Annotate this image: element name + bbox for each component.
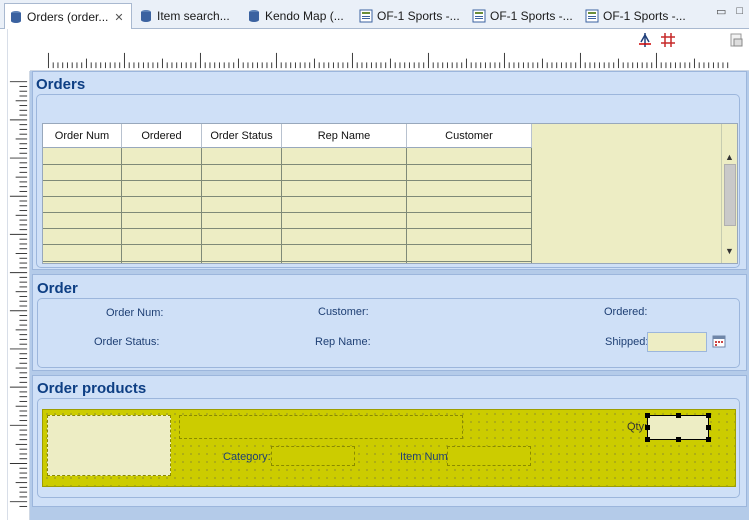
horizontal-ruler: [30, 51, 749, 71]
editor-tab-strip: Orders (order... ✕ Item search... Kendo …: [0, 0, 749, 30]
order-num-label: Order Num:: [106, 307, 164, 319]
orders-frame-title: Orders: [36, 76, 86, 93]
table-row: [43, 244, 532, 245]
grid-column-divider: [43, 148, 122, 263]
grid-icon[interactable]: [660, 32, 676, 48]
shipped-date-field[interactable]: [647, 332, 707, 352]
grid-column-divider: [282, 148, 407, 263]
database-icon: [11, 11, 21, 23]
table-row: [43, 228, 532, 229]
table-row: [43, 261, 532, 262]
resize-handle[interactable]: [676, 437, 681, 442]
tab-of1-sports-3[interactable]: OF-1 Sports -...: [581, 3, 693, 29]
tab-label: OF-1 Sports -...: [603, 9, 686, 23]
column-header-order-status[interactable]: Order Status: [202, 124, 282, 148]
table-row: [43, 180, 532, 181]
column-header-ordered[interactable]: Ordered: [122, 124, 202, 148]
tab-label: Item search...: [157, 9, 230, 23]
minimize-icon[interactable]: ▭: [716, 5, 726, 18]
vertical-ruler: [8, 71, 30, 520]
resize-handle[interactable]: [706, 413, 711, 418]
column-header-rep-name[interactable]: Rep Name: [282, 124, 407, 148]
orders-browse-grid[interactable]: Order Num Ordered Order Status Rep Name …: [42, 123, 738, 264]
description-field[interactable]: [179, 415, 463, 439]
order-frame[interactable]: Order Order Num: Customer: Ordered: Orde…: [32, 274, 747, 371]
table-row: [43, 164, 532, 165]
form-icon: [585, 9, 599, 23]
item-num-field[interactable]: [447, 446, 531, 466]
grid-column-divider: [407, 148, 532, 263]
tab-label: OF-1 Sports -...: [490, 9, 573, 23]
resize-handle[interactable]: [645, 413, 650, 418]
shipped-label: Shipped:: [605, 336, 649, 348]
qty-field-selected[interactable]: [645, 413, 711, 442]
align-text-icon[interactable]: [637, 32, 653, 48]
tab-label: OF-1 Sports -...: [377, 9, 460, 23]
database-icon: [141, 10, 151, 22]
order-frame-title: Order: [37, 280, 78, 297]
scroll-down-icon[interactable]: ▼: [725, 246, 734, 256]
form-icon: [359, 9, 373, 23]
form-icon: [472, 9, 486, 23]
order-products-frame[interactable]: Order products Qty: Category: Item Num:: [32, 375, 747, 507]
column-header-order-num[interactable]: Order Num: [43, 124, 122, 148]
design-surface: Orders Order Num Ordered Order Status Re…: [30, 71, 749, 520]
order-products-frame-title: Order products: [37, 380, 147, 397]
tab-label: Orders (order...: [27, 10, 109, 24]
category-field[interactable]: [271, 446, 355, 466]
orders-frame[interactable]: Orders Order Num Ordered Order Status Re…: [32, 71, 747, 270]
grid-column-divider: [202, 148, 282, 263]
rep-name-label: Rep Name:: [315, 336, 371, 348]
window-controls: ▭ □: [716, 5, 743, 18]
preview-icon[interactable]: [728, 32, 744, 48]
resize-handle[interactable]: [706, 437, 711, 442]
table-row: [43, 196, 532, 197]
tab-label: Kendo Map (...: [265, 9, 344, 23]
resize-handle[interactable]: [676, 413, 681, 418]
maximize-icon[interactable]: □: [736, 5, 743, 18]
scroll-thumb[interactable]: [724, 164, 736, 226]
grid-vertical-scrollbar[interactable]: ▲ ▼: [721, 124, 737, 263]
item-num-label: Item Num:: [400, 451, 451, 463]
database-icon: [249, 10, 259, 22]
left-margin: [0, 29, 8, 520]
products-frame-container[interactable]: Qty: Category: Item Num:: [42, 409, 736, 487]
designer-toolbar: [0, 29, 749, 51]
table-row: [43, 212, 532, 213]
tab-orders[interactable]: Orders (order... ✕: [4, 3, 132, 30]
scroll-up-icon[interactable]: ▲: [725, 152, 734, 162]
grid-column-divider: [122, 148, 202, 263]
tab-of1-sports-1[interactable]: OF-1 Sports -...: [355, 3, 465, 29]
order-status-label: Order Status:: [94, 336, 160, 348]
calendar-icon[interactable]: [712, 334, 726, 348]
ruler-corner: [8, 51, 30, 71]
ordered-label: Ordered:: [604, 306, 648, 318]
tab-kendo-map[interactable]: Kendo Map (...: [243, 3, 349, 29]
column-header-customer[interactable]: Customer: [407, 124, 532, 148]
product-image[interactable]: [47, 415, 171, 476]
close-icon[interactable]: ✕: [114, 11, 123, 24]
category-label: Category:: [223, 451, 271, 463]
resize-handle[interactable]: [645, 437, 650, 442]
tab-item-search[interactable]: Item search...: [135, 3, 238, 29]
resize-handle[interactable]: [645, 425, 650, 430]
tab-of1-sports-2[interactable]: OF-1 Sports -...: [468, 3, 578, 29]
customer-label: Customer:: [318, 306, 369, 318]
resize-handle[interactable]: [706, 425, 711, 430]
